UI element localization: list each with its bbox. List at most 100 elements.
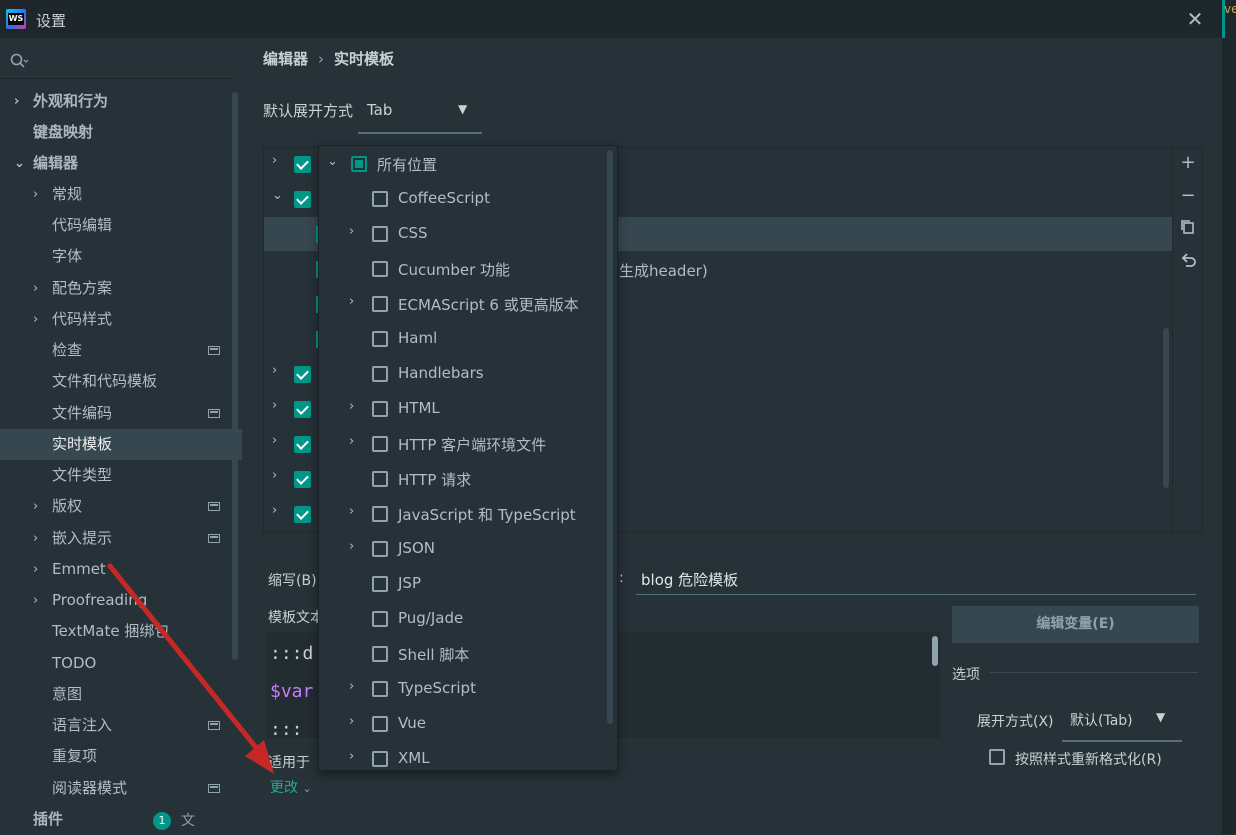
popup-item[interactable]: Haml: [319, 321, 609, 356]
expand-with-select[interactable]: 默认(Tab) ▼: [1062, 702, 1182, 742]
sidebar-item[interactable]: TextMate 捆绑包: [0, 616, 242, 647]
popup-checkbox[interactable]: [372, 611, 388, 627]
sidebar-item[interactable]: 阅读器模式: [0, 773, 242, 804]
popup-item[interactable]: › HTML: [319, 391, 609, 426]
tree-row[interactable]: ›: [264, 357, 324, 391]
popup-item[interactable]: HTTP 请求: [319, 461, 609, 496]
chevron-right-icon[interactable]: ›: [272, 153, 277, 168]
close-icon[interactable]: ✕: [1184, 8, 1206, 30]
popup-checkbox[interactable]: [372, 506, 388, 522]
popup-checkbox[interactable]: [372, 226, 388, 242]
chevron-down-icon[interactable]: ⌄: [14, 148, 26, 179]
copy-icon[interactable]: [1180, 219, 1196, 235]
breadcrumb-parent[interactable]: 编辑器: [263, 50, 308, 68]
popup-item[interactable]: › CSS: [319, 216, 609, 251]
sidebar-item[interactable]: 意图: [0, 679, 242, 710]
chevron-right-icon[interactable]: ›: [33, 523, 45, 554]
sidebar-item[interactable]: 文件和代码模板: [0, 366, 242, 397]
popup-item[interactable]: › HTTP 客户端环境文件: [319, 426, 609, 461]
sidebar-item[interactable]: 插件: [0, 804, 242, 835]
undo-icon[interactable]: [1180, 252, 1197, 269]
tree-row[interactable]: ›: [264, 427, 324, 461]
chevron-right-icon[interactable]: ›: [349, 224, 354, 239]
popup-item[interactable]: › JSON: [319, 531, 609, 566]
sidebar-item[interactable]: › 代码样式: [0, 304, 242, 335]
sidebar-item[interactable]: › 版权: [0, 491, 242, 522]
reformat-label[interactable]: 按照样式重新格式化(R): [1015, 749, 1162, 769]
popup-checkbox[interactable]: [372, 646, 388, 662]
sidebar-item[interactable]: 键盘映射: [0, 117, 242, 148]
chevron-right-icon[interactable]: ›: [272, 503, 277, 518]
chevron-right-icon[interactable]: ›: [272, 398, 277, 413]
minus-icon[interactable]: −: [1178, 186, 1198, 206]
popup-item[interactable]: › ECMAScript 6 或更高版本: [319, 286, 609, 321]
popup-checkbox[interactable]: [372, 681, 388, 697]
chevron-down-icon[interactable]: ⌄: [272, 188, 283, 203]
sidebar-item[interactable]: 语言注入: [0, 710, 242, 741]
popup-checkbox[interactable]: [372, 576, 388, 592]
popup-item[interactable]: Shell 脚本: [319, 636, 609, 671]
chevron-down-icon[interactable]: ⌄: [327, 154, 338, 169]
chevron-right-icon[interactable]: ›: [349, 539, 354, 554]
chevron-right-icon[interactable]: ›: [33, 491, 45, 522]
popup-checkbox[interactable]: [372, 401, 388, 417]
chevron-right-icon[interactable]: ›: [14, 86, 26, 117]
tree-row[interactable]: ›: [264, 462, 324, 496]
tree-row[interactable]: ›: [264, 392, 324, 426]
plus-icon[interactable]: +: [1178, 153, 1198, 173]
popup-checkbox[interactable]: [372, 436, 388, 452]
sidebar-item[interactable]: 重复项: [0, 741, 242, 772]
popup-item[interactable]: › XML: [319, 741, 609, 776]
sidebar-item[interactable]: › 嵌入提示: [0, 523, 242, 554]
sidebar-item[interactable]: 文件编码: [0, 398, 242, 429]
tree-checkbox[interactable]: [294, 156, 311, 173]
chevron-right-icon[interactable]: ›: [349, 294, 354, 309]
popup-checkbox[interactable]: [372, 366, 388, 382]
tree-scrollbar[interactable]: [1163, 328, 1169, 488]
chevron-right-icon[interactable]: ›: [33, 304, 45, 335]
chevron-right-icon[interactable]: ›: [272, 433, 277, 448]
popup-checkbox[interactable]: [372, 471, 388, 487]
tree-checkbox[interactable]: [294, 366, 311, 383]
tree-checkbox[interactable]: [294, 471, 311, 488]
chevron-right-icon[interactable]: ›: [272, 468, 277, 483]
popup-item[interactable]: CoffeeScript: [319, 181, 609, 216]
popup-checkbox[interactable]: [372, 716, 388, 732]
chevron-right-icon[interactable]: ›: [33, 585, 45, 616]
sidebar-item[interactable]: ⌄ 编辑器: [0, 148, 242, 179]
chevron-right-icon[interactable]: ›: [33, 179, 45, 210]
popup-checkbox[interactable]: [372, 191, 388, 207]
popup-checkbox[interactable]: [372, 541, 388, 557]
chevron-right-icon[interactable]: ›: [272, 363, 277, 378]
sidebar-item[interactable]: › 配色方案: [0, 273, 242, 304]
tree-row[interactable]: ⌄: [264, 182, 324, 216]
chevron-right-icon[interactable]: ›: [33, 273, 45, 304]
popup-checkbox[interactable]: [372, 331, 388, 347]
popup-item[interactable]: › JavaScript 和 TypeScript: [319, 496, 609, 531]
popup-checkbox[interactable]: [372, 296, 388, 312]
tree-checkbox[interactable]: [294, 191, 311, 208]
popup-checkbox[interactable]: [372, 261, 388, 277]
sidebar-item[interactable]: 文件类型: [0, 460, 242, 491]
chevron-right-icon[interactable]: ›: [349, 714, 354, 729]
sidebar-item[interactable]: › Emmet: [0, 554, 242, 585]
sidebar-item[interactable]: 检查: [0, 335, 242, 366]
popup-item[interactable]: › Vue: [319, 706, 609, 741]
sidebar-item[interactable]: TODO: [0, 648, 242, 679]
edit-variables-button[interactable]: 编辑变量(E): [952, 606, 1199, 643]
sidebar-item[interactable]: › 常规: [0, 179, 242, 210]
tree-checkbox[interactable]: [294, 436, 311, 453]
sidebar-item[interactable]: 代码编辑: [0, 210, 242, 241]
tree-row[interactable]: ›: [264, 147, 324, 181]
popup-item[interactable]: JSP: [319, 566, 609, 601]
default-expand-select[interactable]: Tab ▼: [358, 94, 482, 134]
description-field[interactable]: blog 危险模板: [636, 564, 1196, 595]
tree-row[interactable]: ›: [264, 497, 324, 531]
chevron-right-icon[interactable]: ›: [349, 749, 354, 764]
search-icon[interactable]: [9, 52, 29, 72]
sidebar-scrollbar[interactable]: [232, 92, 238, 660]
change-contexts-link[interactable]: 更改 ⌄: [270, 777, 312, 797]
sidebar-item[interactable]: 实时模板: [0, 429, 242, 460]
tree-checkbox[interactable]: [294, 506, 311, 523]
sidebar-item[interactable]: › 外观和行为: [0, 86, 242, 117]
